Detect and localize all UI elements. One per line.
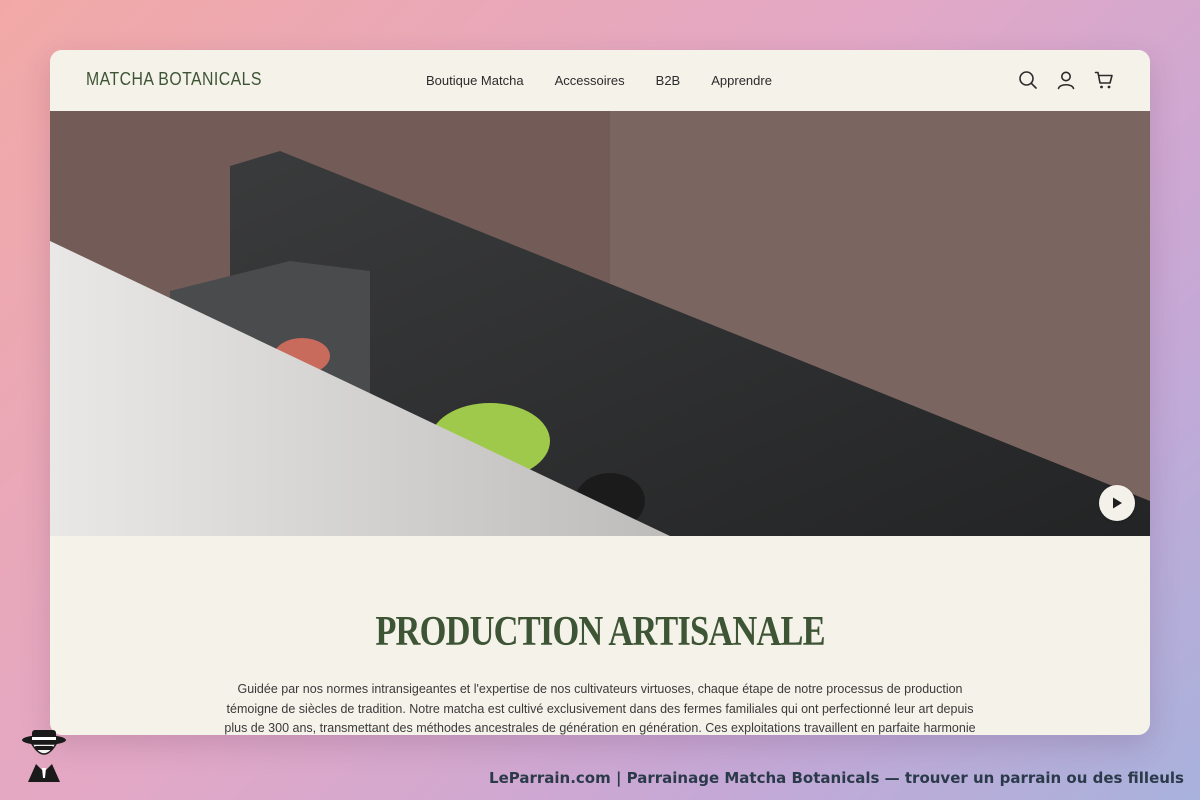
paragraph-line: Guidée par nos normes intransigeantes et… bbox=[237, 682, 963, 696]
header-nav: MATCHA BOTANICALS Boutique Matcha Access… bbox=[50, 50, 1150, 111]
play-button[interactable] bbox=[1099, 485, 1135, 521]
paragraph-line: plus de 300 ans, transmettant des méthod… bbox=[224, 721, 976, 735]
brand-logo[interactable]: MATCHA BOTANICALS bbox=[86, 69, 262, 90]
nav-item-boutique-matcha[interactable]: Boutique Matcha bbox=[426, 73, 524, 88]
play-icon bbox=[1113, 497, 1122, 509]
header-icons bbox=[1018, 70, 1114, 90]
nav-item-b2b[interactable]: B2B bbox=[656, 73, 681, 88]
section-paragraph: Guidée par nos normes intransigeantes et… bbox=[210, 680, 990, 735]
search-icon[interactable] bbox=[1018, 70, 1038, 90]
nav-item-apprendre[interactable]: Apprendre bbox=[711, 73, 772, 88]
nav-item-accessoires[interactable]: Accessoires bbox=[555, 73, 625, 88]
footer-caption: LeParrain.com | Parrainage Matcha Botani… bbox=[489, 769, 1184, 787]
page-card: MATCHA BOTANICALS Boutique Matcha Access… bbox=[50, 50, 1150, 735]
account-icon[interactable] bbox=[1056, 70, 1076, 90]
main-menu: Boutique Matcha Accessoires B2B Apprendr… bbox=[426, 73, 772, 88]
paragraph-line: témoigne de siècles de tradition. Notre … bbox=[226, 701, 974, 716]
section-title: PRODUCTION ARTISANALE bbox=[375, 609, 825, 655]
leparrain-mascot-logo bbox=[22, 730, 66, 782]
hero-video[interactable] bbox=[50, 111, 1150, 536]
hero-image bbox=[50, 111, 1150, 536]
cart-icon[interactable] bbox=[1094, 70, 1114, 90]
